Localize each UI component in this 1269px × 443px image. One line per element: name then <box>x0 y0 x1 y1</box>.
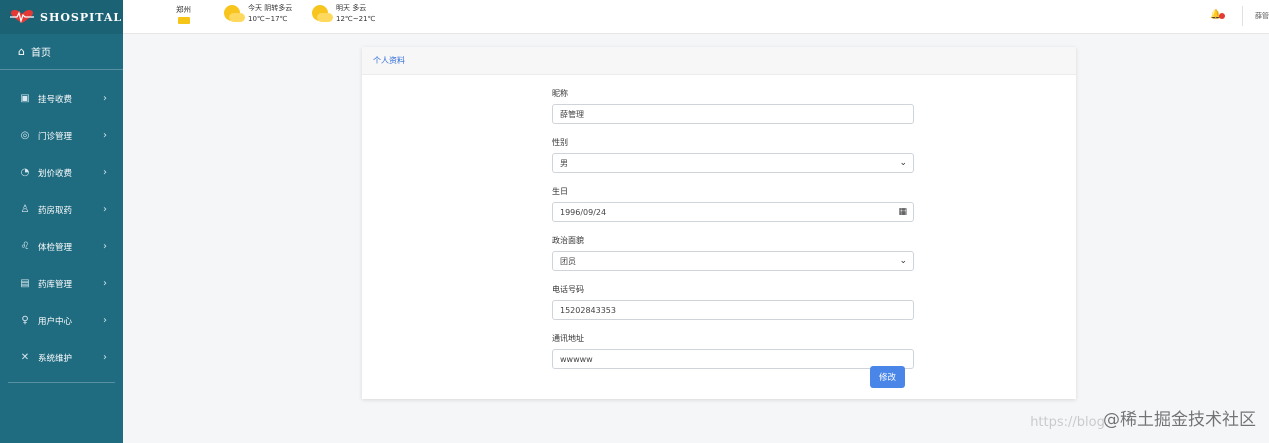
home-icon: ⌂ <box>18 45 25 58</box>
sidebar-item-home[interactable]: ⌂ 首页 <box>0 34 123 70</box>
tools-icon: ✕ <box>20 352 30 363</box>
politics-value: 团员 <box>560 256 576 266</box>
brand[interactable]: SHOSPITAL <box>0 0 123 34</box>
sidebar-item-warehouse[interactable]: ▤ 药库管理 › <box>0 265 123 302</box>
chevron-down-icon: ⌄ <box>899 256 907 266</box>
phone-input[interactable]: 15202843353 <box>552 300 914 320</box>
profile-form: 昵称 薛管理 性别 男 ⌄ 生日 1996/09/24 ▦ 政治面貌 团员 ⌄ 电话号… <box>552 75 915 369</box>
gender-value: 男 <box>560 158 568 168</box>
topbar-divider <box>1242 6 1243 26</box>
sidebar-item-label: 首页 <box>30 48 51 59</box>
address-input[interactable]: wwwww <box>552 349 914 369</box>
city-name: 郑州 <box>176 5 191 14</box>
warehouse-icon: ▤ <box>20 278 30 289</box>
birthday-date-input[interactable]: 1996/09/24 ▦ <box>552 202 914 222</box>
sidebar-item-label: 用户中心 <box>38 316 73 327</box>
chevron-right-icon: › <box>103 93 107 104</box>
weather-city: 郑州 <box>176 4 191 24</box>
weather-tomorrow-temp: 12℃~21℃ <box>336 15 376 23</box>
profile-card: 个人资料 昵称 薛管理 性别 男 ⌄ 生日 1996/09/24 ▦ 政治面貌 团员… <box>362 47 1076 399</box>
gender-label: 性别 <box>552 138 568 147</box>
weather-tomorrow: 明天 多云 12℃~21℃ <box>309 3 375 25</box>
nickname-input[interactable]: 薛管理 <box>552 104 914 124</box>
phone-value: 15202843353 <box>560 305 616 315</box>
sidebar-item-label: 划价收费 <box>38 168 73 179</box>
sidebar-item-pharmacy[interactable]: ♙ 药房取药 › <box>0 191 123 228</box>
sidebar-item-checkup[interactable]: ♌ 体检管理 › <box>0 228 123 265</box>
chevron-right-icon: › <box>103 278 107 289</box>
sidebar-item-user-center[interactable]: ♀ 用户中心 › <box>0 302 123 339</box>
chevron-right-icon: › <box>103 352 107 363</box>
brand-name: SHOSPITAL <box>40 10 123 24</box>
nickname-label: 昵称 <box>552 89 568 98</box>
politics-select[interactable]: 团员 ⌄ <box>552 251 914 271</box>
sidebar-item-pricing[interactable]: ◔ 划价收费 › <box>0 154 123 191</box>
address-label: 通讯地址 <box>552 334 584 343</box>
partly-cloudy-icon <box>221 3 245 25</box>
phone-label: 电话号码 <box>552 285 584 294</box>
sidebar-item-label: 门诊管理 <box>38 131 73 142</box>
partly-cloudy-icon <box>309 3 333 25</box>
submit-button[interactable]: 修改 <box>870 366 905 388</box>
weather-tomorrow-label: 明天 多云 <box>336 4 367 12</box>
chevron-right-icon: › <box>103 130 107 141</box>
birthday-value: 1996/09/24 <box>560 207 607 217</box>
user-icon: ♀ <box>21 315 29 326</box>
sidebar-menu: ▣ 挂号收费 › ◎ 门诊管理 › ◔ 划价收费 › ♙ 药房取药 › ♌ 体检… <box>0 70 123 383</box>
chevron-right-icon: › <box>103 315 107 326</box>
chevron-right-icon: › <box>103 204 107 215</box>
sidebar-divider <box>8 382 115 383</box>
user-menu[interactable]: 薛管 <box>1255 11 1269 21</box>
sidebar: SHOSPITAL ⌂ 首页 ▣ 挂号收费 › ◎ 门诊管理 › ◔ 划价收费 … <box>0 0 123 443</box>
calendar-icon[interactable]: ▦ <box>898 207 907 217</box>
sidebar-item-label: 药库管理 <box>38 279 73 290</box>
weather-today-label: 今天 阴转多云 <box>248 4 293 12</box>
heartbeat-logo-icon <box>10 10 34 24</box>
address-value: wwwww <box>560 354 593 364</box>
stethoscope-icon: ♌ <box>20 241 30 252</box>
chevron-right-icon: › <box>103 167 107 178</box>
weather-today-temp: 10℃~17℃ <box>248 15 288 23</box>
city-weather-icon <box>177 17 190 24</box>
id-card-icon: ▣ <box>20 93 30 104</box>
birthday-label: 生日 <box>552 187 568 196</box>
money-icon: ◔ <box>20 167 30 178</box>
sidebar-item-label: 药房取药 <box>38 205 73 216</box>
watermark: @稀土掘金技术社区 <box>1103 410 1256 430</box>
nickname-value: 薛管理 <box>560 109 584 119</box>
sidebar-item-label: 系统维护 <box>38 353 73 364</box>
notification-bell-icon[interactable]: 🔔 <box>1210 10 1225 22</box>
politics-label: 政治面貌 <box>552 236 584 245</box>
gender-select[interactable]: 男 ⌄ <box>552 153 914 173</box>
user-medicine-icon: ♙ <box>20 204 30 215</box>
sidebar-item-label: 体检管理 <box>38 242 73 253</box>
chevron-down-icon: ⌄ <box>899 158 907 168</box>
watermark-url: https://blog. <box>1030 415 1109 430</box>
target-icon: ◎ <box>20 130 30 141</box>
weather-today: 今天 阴转多云 10℃~17℃ <box>221 3 292 25</box>
sidebar-item-outpatient[interactable]: ◎ 门诊管理 › <box>0 117 123 154</box>
sidebar-item-system[interactable]: ✕ 系统维护 › <box>0 339 123 376</box>
sidebar-item-registration[interactable]: ▣ 挂号收费 › <box>0 80 123 117</box>
sidebar-item-label: 挂号收费 <box>38 94 73 105</box>
chevron-right-icon: › <box>103 241 107 252</box>
card-title: 个人资料 <box>362 47 1076 75</box>
top-bar: 郑州 今天 阴转多云 10℃~17℃ 明天 多云 12℃~21℃ 🔔 薛管 <box>123 0 1269 34</box>
notification-badge <box>1219 13 1225 19</box>
